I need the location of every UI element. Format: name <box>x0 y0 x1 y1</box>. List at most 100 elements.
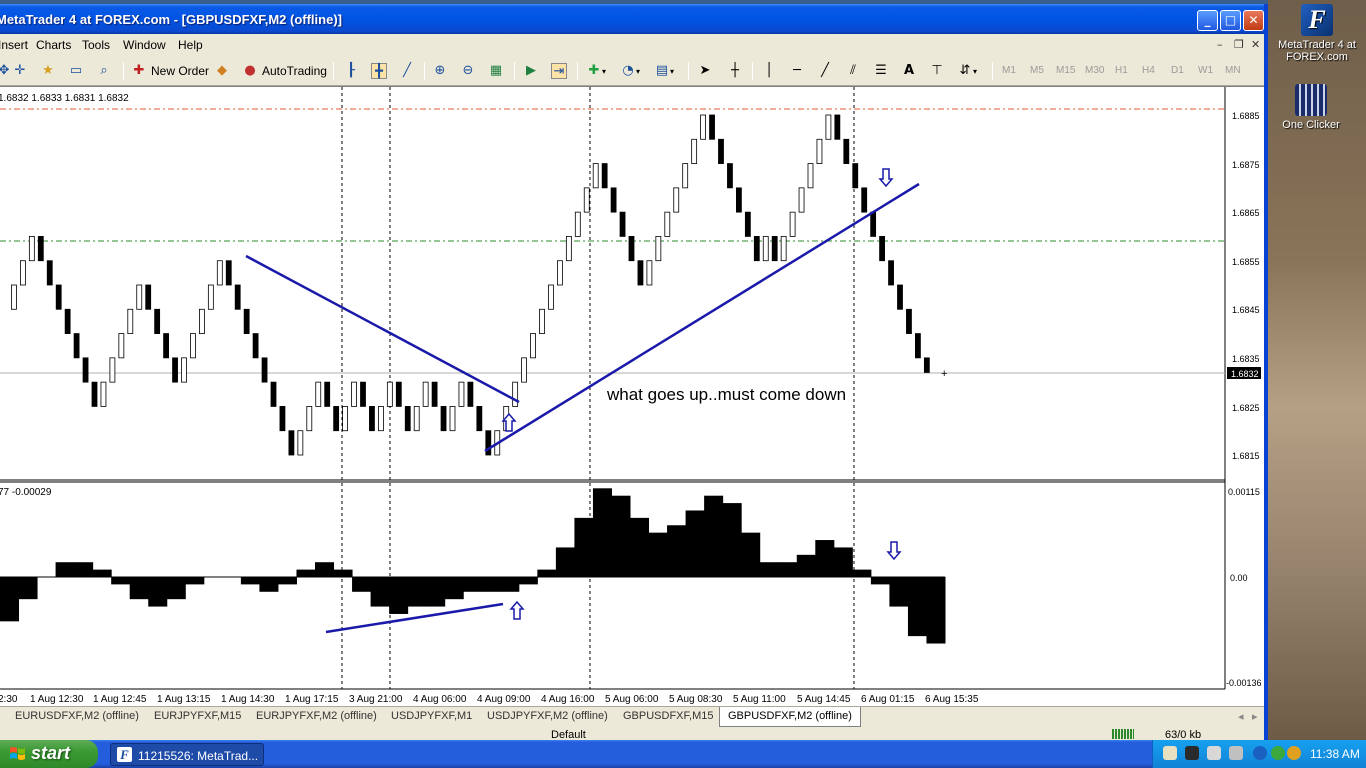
histogram-bar <box>778 562 798 577</box>
chart-window[interactable]: + 1.6832 1.6833 1.6831 1.6832 77 -0.0002… <box>0 86 1264 706</box>
favorites-button[interactable]: ★ <box>40 61 56 81</box>
crosshair-move-button[interactable]: ✥ <box>0 61 12 81</box>
histogram-bar <box>685 510 705 577</box>
bullish-brick <box>700 114 706 140</box>
tray-settings-icon[interactable] <box>1229 746 1243 760</box>
timeframe-m15[interactable]: M15 <box>1056 65 1075 76</box>
text-tool-button[interactable]: A <box>901 61 917 81</box>
bearish-brick <box>628 236 635 262</box>
tab-gbpusdfxf-m2[interactable]: GBPUSDFXF,M2 (offline) <box>719 707 861 727</box>
sell-arrow-icon <box>878 168 894 188</box>
zoom-in-button[interactable]: ⊕ <box>432 61 448 81</box>
cursor-tool-button[interactable]: ➤ <box>697 61 713 81</box>
tab-scroll-right-icon[interactable]: ▸ <box>1252 710 1258 723</box>
taskbar-metatrader-button[interactable]: F 11215526: MetaTrad... <box>110 743 264 766</box>
templates-button[interactable]: ▤ ▾ <box>654 61 674 81</box>
downtrend-line <box>245 254 520 404</box>
title-bar[interactable]: MetaTrader 4 at FOREX.com - [GBPUSDFXF,M… <box>0 4 1264 34</box>
bullish-brick <box>682 163 689 189</box>
bullish-brick <box>825 114 832 140</box>
one-clicker-desktop-icon[interactable]: One Clicker <box>1266 84 1356 131</box>
timeframe-mn[interactable]: MN <box>1225 65 1241 76</box>
chart-shift-button[interactable]: ⇥ <box>551 61 567 81</box>
menu-charts[interactable]: Charts <box>36 38 71 52</box>
terminal-button[interactable]: ▭ <box>68 61 84 81</box>
timeframe-m5[interactable]: M5 <box>1030 65 1044 76</box>
maximize-button[interactable]: □ <box>1220 10 1241 31</box>
price-tick-label: 1.6845 <box>1232 305 1260 315</box>
tray-status-icon[interactable] <box>1271 746 1285 760</box>
timeframe-m30[interactable]: M30 <box>1085 65 1104 76</box>
status-bar: Default 63/0 kb <box>0 727 1264 740</box>
indicators-button[interactable]: ✚ ▾ <box>586 61 606 81</box>
tab-eurjpyfxf-m15[interactable]: EURJPYFXF,M15 <box>154 710 241 722</box>
timeframe-d1[interactable]: D1 <box>1171 65 1184 76</box>
tab-usdjpyfxf-m1[interactable]: USDJPYFXF,M1 <box>391 710 472 722</box>
menu-window[interactable]: Window <box>123 38 166 52</box>
arrows-button[interactable]: ⇵ ▾ <box>957 61 977 81</box>
tab-gbpusdfxf-m15[interactable]: GBPUSDFXF,M15 <box>623 710 713 722</box>
bullish-brick <box>816 138 823 164</box>
autotrading-button[interactable]: ● AutoTrading <box>242 61 327 81</box>
auto-scroll-button[interactable]: ▶ <box>523 61 539 81</box>
zoom-out-button[interactable]: ⊖ <box>460 61 476 81</box>
horizontal-line-button[interactable]: ─ <box>789 61 805 81</box>
equidistant-channel-button[interactable]: ⫽ <box>845 61 861 81</box>
minimize-button[interactable]: _ <box>1197 10 1218 31</box>
start-button[interactable]: start <box>0 740 98 768</box>
fibonacci-button[interactable]: ☰ <box>873 61 889 81</box>
menu-help[interactable]: Help <box>178 38 203 52</box>
price-tick-label: 1.6835 <box>1232 354 1260 364</box>
tab-scroll-left-icon[interactable]: ◂ <box>1238 710 1244 723</box>
tray-tool-icon[interactable] <box>1163 746 1177 760</box>
child-close-button[interactable]: ✕ <box>1251 38 1260 51</box>
timeframe-h1[interactable]: H1 <box>1115 65 1128 76</box>
bullish-brick <box>11 284 17 310</box>
child-restore-button[interactable]: ❐ <box>1234 38 1244 51</box>
bullish-brick <box>377 406 384 432</box>
navigator-button[interactable]: ✛ <box>12 61 28 81</box>
bar-chart-button[interactable]: ┠ <box>343 61 359 81</box>
histogram-bar <box>463 577 483 592</box>
text-label-button[interactable]: ⊤ <box>929 61 945 81</box>
toolbar-separator <box>514 62 515 80</box>
tray-expand-icon[interactable] <box>1253 746 1267 760</box>
menu-insert[interactable]: Insert <box>0 38 28 52</box>
metatrader-desktop-icon[interactable]: F MetaTrader 4 at FOREX.com <box>1272 4 1362 63</box>
timeframe-w1[interactable]: W1 <box>1198 65 1213 76</box>
periods-button[interactable]: ◔ ▾ <box>620 61 640 81</box>
zoom-in-icon: ⊕ <box>434 63 446 78</box>
tile-windows-button[interactable]: ▦ <box>488 61 504 81</box>
close-button[interactable]: ✕ <box>1243 10 1264 31</box>
tray-network-icon[interactable] <box>1185 746 1199 760</box>
line-chart-button[interactable]: ╱ <box>399 61 415 81</box>
new-order-button[interactable]: ✚ New Order <box>131 61 209 81</box>
trendline-button[interactable]: ╱ <box>817 61 833 81</box>
vertical-line-button[interactable]: │ <box>761 61 777 81</box>
histogram-bar <box>129 577 149 600</box>
chart-annotation: what goes up..must come down <box>606 385 846 404</box>
tab-eurjpyfxf-m2[interactable]: EURJPYFXF,M2 (offline) <box>256 710 377 722</box>
child-minimize-button[interactable]: – <box>1217 38 1223 51</box>
timeframe-m1[interactable]: M1 <box>1002 65 1016 76</box>
tab-eurusdfxf-m2[interactable]: EURUSDFXF,M2 (offline) <box>15 710 139 722</box>
histogram-bar <box>352 577 372 592</box>
menu-tools[interactable]: Tools <box>82 38 110 52</box>
compass-icon: ✛ <box>14 63 26 78</box>
expert-advisor-button[interactable]: ◆ <box>214 61 230 81</box>
crosshair-icon: ┼ <box>731 63 739 78</box>
price-tick-label: 1.6825 <box>1232 403 1260 413</box>
histogram-bar <box>889 577 909 607</box>
toolbar-separator <box>333 62 334 80</box>
tray-alert-icon[interactable] <box>1287 746 1301 760</box>
strategy-tester-button[interactable]: ⌕ <box>96 61 112 81</box>
tray-pen-icon[interactable] <box>1207 746 1221 760</box>
candlestick-button[interactable]: ╋ <box>371 61 387 81</box>
crosshair-tool-button[interactable]: ┼ <box>727 61 743 81</box>
tab-usdjpyfxf-m2[interactable]: USDJPYFXF,M2 (offline) <box>487 710 608 722</box>
time-tick-label: 2:30 <box>0 694 18 705</box>
timeframe-h4[interactable]: H4 <box>1142 65 1155 76</box>
price-tick-label: 1.6875 <box>1232 160 1260 170</box>
oscillator-buy-arrow-icon <box>509 600 525 620</box>
price-chart[interactable]: + 1.6832 1.6833 1.6831 1.6832 77 -0.0002… <box>0 87 1264 707</box>
